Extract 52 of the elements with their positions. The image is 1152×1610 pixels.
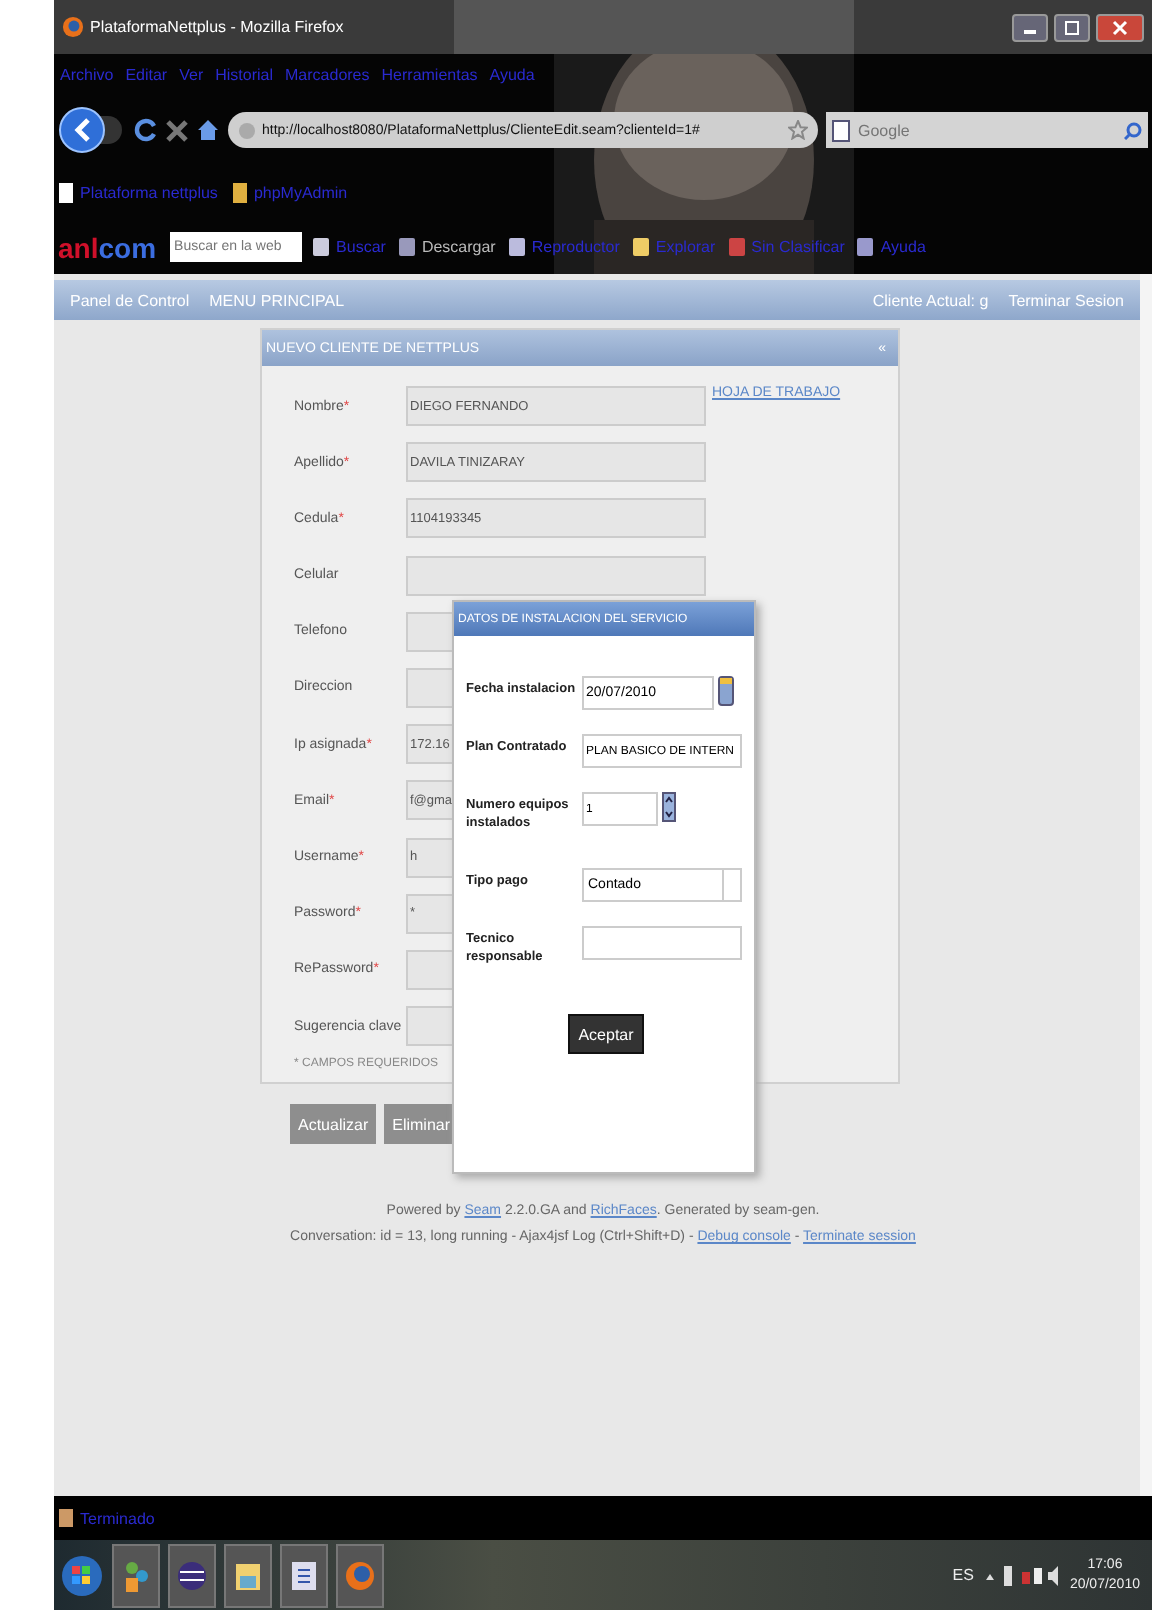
toolbar-link[interactable]: Sin Clasificar <box>751 238 845 256</box>
form-button[interactable]: Actualizar <box>290 1104 377 1145</box>
calendar-icon[interactable] <box>718 676 734 706</box>
reload-icon[interactable] <box>134 118 158 142</box>
nav-link[interactable]: Terminar Sesion <box>1008 291 1124 309</box>
menu-item[interactable]: Historial <box>215 66 274 84</box>
toolbar-link[interactable]: Explorar <box>655 238 716 256</box>
menu-item[interactable]: Ayuda <box>489 66 535 84</box>
toolbar-icon[interactable] <box>856 236 875 258</box>
minimize-button[interactable] <box>1012 13 1048 41</box>
home-icon[interactable] <box>196 118 220 142</box>
nav-link[interactable]: Panel de Control <box>70 291 190 309</box>
start-icon[interactable] <box>60 1551 104 1599</box>
logo: anlcom <box>58 231 157 263</box>
eclipse-icon[interactable] <box>168 1543 216 1607</box>
toolbar-link[interactable]: Reproductor <box>531 238 620 256</box>
stop-icon[interactable] <box>166 119 188 141</box>
toolbar-link[interactable]: Ayuda <box>880 238 926 256</box>
star-icon[interactable] <box>788 120 808 140</box>
tray-icons[interactable] <box>981 1563 1062 1587</box>
document-icon[interactable] <box>280 1543 328 1607</box>
bookmark-link[interactable]: phpMyAdmin <box>253 183 348 201</box>
nav-link[interactable]: MENU PRINCIPAL <box>209 291 345 309</box>
input-field[interactable] <box>582 926 742 960</box>
search-icon[interactable] <box>1124 121 1142 139</box>
accept-button[interactable]: Aceptar <box>568 1014 644 1054</box>
page-icon <box>58 181 74 203</box>
menu-item[interactable]: Marcadores <box>285 66 370 84</box>
menu-item[interactable]: Editar <box>125 66 168 84</box>
nav-link[interactable]: Cliente Actual: g <box>872 291 989 309</box>
spinner-icon[interactable] <box>662 792 676 822</box>
back-forward-icon[interactable] <box>58 104 126 156</box>
close-button[interactable] <box>1096 13 1144 41</box>
maximize-button[interactable] <box>1054 13 1090 41</box>
menu-item[interactable]: Herramientas <box>381 66 478 84</box>
firefox-icon <box>62 16 84 38</box>
menu-item[interactable]: Ver <box>179 66 204 84</box>
menu-item[interactable]: Archivo <box>60 66 114 84</box>
window-title: PlataformaNettplus - Mozilla Firefox <box>90 18 344 36</box>
language-indicator[interactable]: ES <box>952 1566 974 1584</box>
bookmark-link[interactable]: Plataforma nettplus <box>80 183 218 201</box>
close-icon <box>1112 19 1128 35</box>
search-field[interactable]: Google <box>826 112 1148 148</box>
toolbar-link[interactable]: Descargar <box>421 238 496 256</box>
input-field[interactable] <box>406 555 706 596</box>
maximize-icon <box>1064 19 1080 35</box>
folder-icon[interactable] <box>224 1543 272 1607</box>
toolbar-icon[interactable] <box>312 236 331 258</box>
toolbar-link[interactable]: Buscar <box>336 238 386 256</box>
status-text: Terminado <box>80 1509 155 1527</box>
status-icon <box>58 1508 74 1528</box>
search-input[interactable]: Google <box>854 119 1120 141</box>
